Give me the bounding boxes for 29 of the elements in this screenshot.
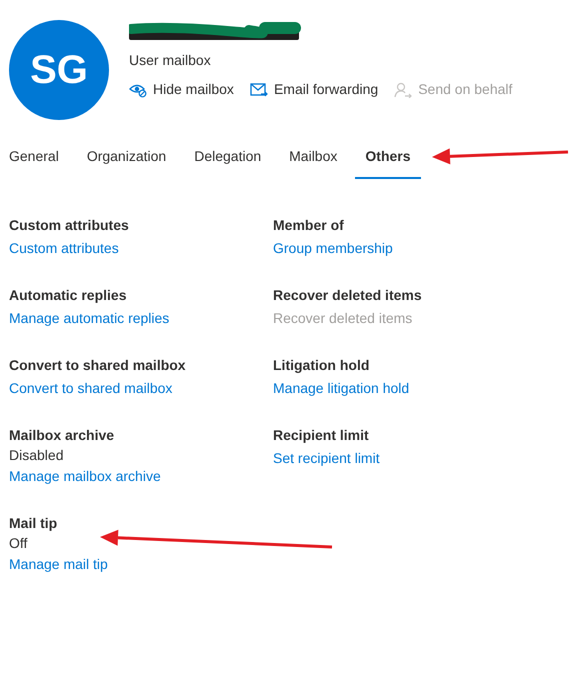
- link[interactable]: Custom attributes: [9, 237, 119, 259]
- avatar: SG: [9, 20, 109, 120]
- section-heading: Recipient limit: [273, 426, 369, 445]
- section-heading: Litigation hold: [273, 356, 370, 375]
- tab[interactable]: Others: [355, 146, 421, 179]
- link[interactable]: Convert to shared mailbox: [9, 377, 172, 399]
- status-value: Disabled: [9, 446, 64, 464]
- action-button[interactable]: Hide mailbox: [129, 79, 234, 100]
- link[interactable]: Set recipient limit: [273, 447, 380, 469]
- link[interactable]: Group membership: [273, 237, 393, 259]
- section-heading: Mailbox archive: [9, 426, 114, 445]
- section-heading: Mail tip: [9, 514, 58, 533]
- tab[interactable]: Organization: [76, 146, 176, 179]
- person-arrow-icon: [394, 82, 412, 98]
- link[interactable]: Manage automatic replies: [9, 307, 170, 329]
- link[interactable]: Manage mail tip: [9, 553, 108, 575]
- action-button[interactable]: Email forwarding: [250, 79, 378, 100]
- status-value: Off: [9, 534, 28, 552]
- section-heading: Automatic replies: [9, 286, 126, 305]
- tab[interactable]: Delegation: [184, 146, 272, 179]
- link[interactable]: Manage litigation hold: [273, 377, 410, 399]
- mailbox-type: User mailbox: [129, 51, 212, 70]
- section-heading: Member of: [273, 216, 344, 235]
- section-heading: Custom attributes: [9, 216, 129, 235]
- tab[interactable]: General: [9, 146, 69, 179]
- section-heading: Convert to shared mailbox: [9, 356, 186, 375]
- link[interactable]: Manage mailbox archive: [9, 465, 161, 487]
- section-heading: Recover deleted items: [273, 286, 422, 305]
- tab[interactable]: Mailbox: [279, 146, 348, 179]
